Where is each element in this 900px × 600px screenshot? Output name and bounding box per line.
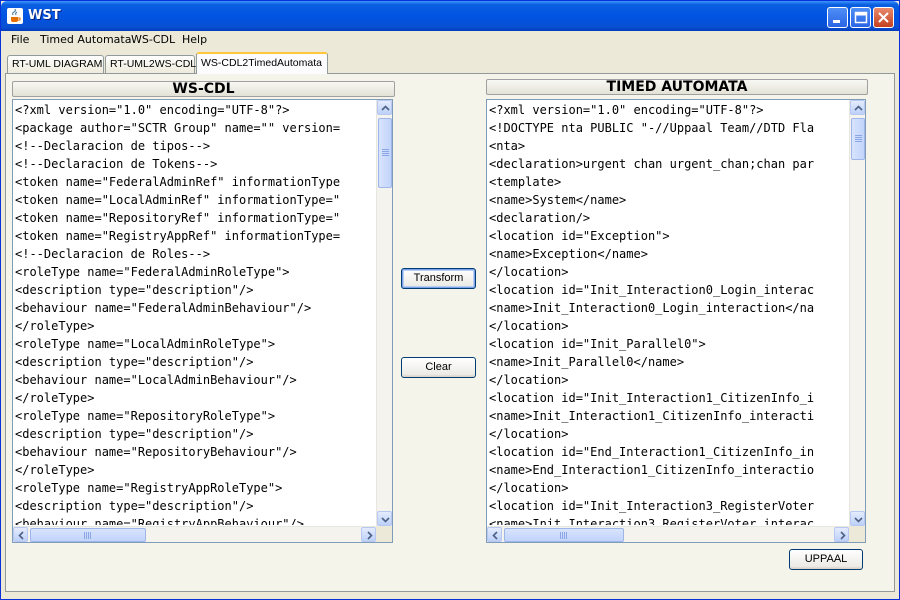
code-line: <?xml version="1.0" encoding="UTF-8"?> bbox=[489, 103, 764, 117]
code-line: <nta> bbox=[489, 139, 526, 153]
code-line: <token name="RepositoryRef" informationT… bbox=[15, 211, 341, 225]
menu-file[interactable]: File bbox=[11, 33, 29, 46]
code-line: <description type="description"/> bbox=[15, 427, 254, 441]
tab-content-panel: WS-CDL <?xml version="1.0" encoding="UTF… bbox=[5, 73, 895, 592]
code-line: <roleType name="LocalAdminRoleType"> bbox=[15, 337, 276, 351]
code-line: <name>Init_Parallel0</name> bbox=[489, 355, 685, 369]
scroll-corner bbox=[376, 526, 392, 542]
code-line: <?xml version="1.0" encoding="UTF-8"?> bbox=[15, 103, 290, 117]
code-line: </location> bbox=[489, 427, 569, 441]
code-line: </location> bbox=[489, 319, 569, 333]
ws-cdl-horizontal-thumb[interactable] bbox=[30, 528, 146, 542]
ws-cdl-horizontal-scrollbar[interactable] bbox=[13, 526, 376, 542]
timed-automata-textarea[interactable]: <?xml version="1.0" encoding="UTF-8"?> <!… bbox=[486, 99, 866, 543]
timed-automata-horizontal-thumb[interactable] bbox=[504, 528, 624, 542]
code-line: <package author="SCTR Group" name="" ver… bbox=[15, 121, 341, 135]
code-line: <declaration>urgent chan urgent_chan;cha… bbox=[489, 157, 815, 171]
window-title: WST bbox=[28, 8, 61, 23]
code-line: <location id="End_Interaction1_CitizenIn… bbox=[489, 445, 815, 459]
code-line: <name>Exception</name> bbox=[489, 247, 648, 261]
title-bar[interactable]: WST bbox=[1, 1, 899, 31]
menu-help[interactable]: Help bbox=[182, 33, 207, 46]
scroll-right-icon[interactable] bbox=[361, 527, 376, 542]
scroll-corner bbox=[849, 526, 865, 542]
code-line: <!--Declaracion de Tokens--> bbox=[15, 157, 218, 171]
clear-button[interactable]: Clear bbox=[401, 357, 476, 378]
code-line: <roleType name="RegistryAppRoleType"> bbox=[15, 481, 283, 495]
code-line: <!DOCTYPE nta PUBLIC "-//Uppaal Team//DT… bbox=[489, 121, 815, 135]
code-line: <behaviour name="LocalAdminBehaviour"/> bbox=[15, 373, 297, 387]
ws-cdl-title: WS-CDL bbox=[12, 81, 395, 97]
scroll-down-icon[interactable] bbox=[850, 511, 865, 526]
ws-cdl-vertical-scrollbar[interactable] bbox=[376, 100, 392, 526]
tab-ws-cdl2timedautomata[interactable]: WS-CDL2TimedAutomata bbox=[196, 52, 328, 74]
code-line: <description type="description"/> bbox=[15, 283, 254, 297]
code-line: <name>End_Interaction1_CitizenInfo_inter… bbox=[489, 463, 815, 477]
code-line: <location id="Init_Parallel0"> bbox=[489, 337, 706, 351]
java-cup-icon bbox=[7, 8, 23, 24]
scroll-left-icon[interactable] bbox=[13, 527, 28, 542]
app-window: WST File Timed Automata WS-CDL Help RT-U… bbox=[0, 0, 900, 600]
code-line: <!--Declaracion de Roles--> bbox=[15, 247, 211, 261]
menu-timed-automata[interactable]: Timed Automata bbox=[40, 33, 131, 46]
code-line: <roleType name="FederalAdminRoleType"> bbox=[15, 265, 290, 279]
code-line: </location> bbox=[489, 481, 569, 495]
code-line: <name>Init_Interaction3_RegisterVoter_in… bbox=[489, 517, 815, 525]
close-button[interactable] bbox=[873, 7, 894, 28]
code-line: <token name="RegistryAppRef" information… bbox=[15, 229, 341, 243]
code-line: <location id="Init_Interaction0_Login_in… bbox=[489, 283, 815, 297]
timed-automata-horizontal-scrollbar[interactable] bbox=[487, 526, 849, 542]
code-line: <token name="FederalAdminRef" informatio… bbox=[15, 175, 341, 189]
scroll-up-icon[interactable] bbox=[850, 100, 865, 115]
code-line: <location id="Exception"> bbox=[489, 229, 670, 243]
scroll-down-icon[interactable] bbox=[377, 511, 392, 526]
timed-automata-code[interactable]: <?xml version="1.0" encoding="UTF-8"?> <!… bbox=[489, 101, 848, 525]
ws-cdl-textarea[interactable]: <?xml version="1.0" encoding="UTF-8"?> <p… bbox=[12, 99, 393, 543]
scroll-right-icon[interactable] bbox=[834, 527, 849, 542]
menu-ws-cdl[interactable]: WS-CDL bbox=[131, 33, 175, 46]
code-line: <behaviour name="RepositoryBehaviour"/> bbox=[15, 445, 297, 459]
code-line: <name>Init_Interaction0_Login_interactio… bbox=[489, 301, 815, 315]
code-line: <declaration/> bbox=[489, 211, 591, 225]
minimize-button[interactable] bbox=[827, 7, 848, 28]
ws-cdl-code[interactable]: <?xml version="1.0" encoding="UTF-8"?> <p… bbox=[15, 101, 375, 525]
code-line: <roleType name="RepositoryRoleType"> bbox=[15, 409, 276, 423]
timed-automata-vertical-thumb[interactable] bbox=[851, 118, 865, 160]
timed-automata-title: TIMED AUTOMATA bbox=[486, 79, 868, 95]
timed-automata-vertical-scrollbar[interactable] bbox=[849, 100, 865, 526]
code-line: <location id="Init_Interaction1_CitizenI… bbox=[489, 391, 815, 405]
code-line: </location> bbox=[489, 265, 569, 279]
tab-rt-uml2ws-cdl[interactable]: RT-UML2WS-CDL bbox=[105, 55, 196, 74]
code-line: <template> bbox=[489, 175, 562, 189]
scroll-left-icon[interactable] bbox=[487, 527, 502, 542]
code-line: </roleType> bbox=[15, 391, 95, 405]
ws-cdl-vertical-thumb[interactable] bbox=[378, 118, 392, 188]
code-line: <behaviour name="RegistryAppBehaviour"/> bbox=[15, 517, 304, 525]
code-line: <token name="LocalAdminRef" informationT… bbox=[15, 193, 341, 207]
code-line: <location id="Init_Interaction3_Register… bbox=[489, 499, 815, 513]
uppaal-button[interactable]: UPPAAL bbox=[789, 549, 863, 570]
menu-bar: File Timed Automata WS-CDL Help bbox=[2, 31, 898, 50]
code-line: </location> bbox=[489, 373, 569, 387]
code-line: <!--Declaracion de tipos--> bbox=[15, 139, 211, 153]
code-line: <name>System</name> bbox=[489, 193, 627, 207]
code-line: <description type="description"/> bbox=[15, 355, 254, 369]
code-line: <behaviour name="FederalAdminBehaviour"/… bbox=[15, 301, 312, 315]
code-line: <name>Init_Interaction1_CitizenInfo_inte… bbox=[489, 409, 815, 423]
maximize-button[interactable] bbox=[850, 7, 871, 28]
code-line: <description type="description"/> bbox=[15, 499, 254, 513]
code-line: </roleType> bbox=[15, 463, 95, 477]
scroll-up-icon[interactable] bbox=[377, 100, 392, 115]
code-line: </roleType> bbox=[15, 319, 95, 333]
transform-button[interactable]: Transform bbox=[401, 268, 476, 289]
tab-rt-uml-diagram[interactable]: RT-UML DIAGRAM bbox=[7, 55, 104, 74]
